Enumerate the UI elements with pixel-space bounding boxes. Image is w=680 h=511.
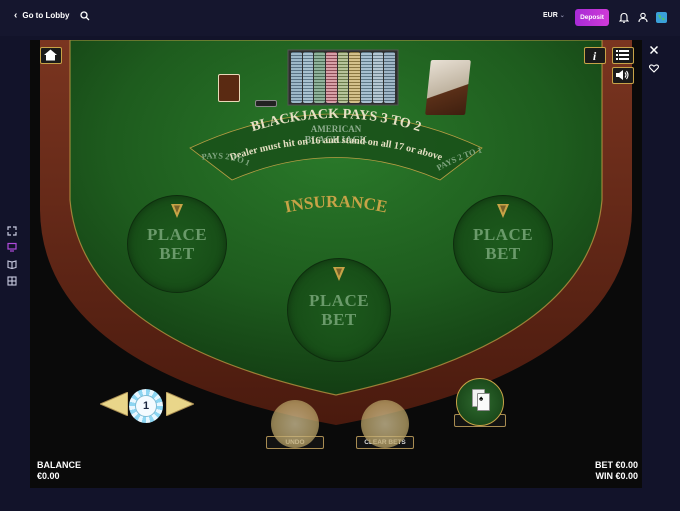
speaker-icon xyxy=(616,70,629,80)
menu-button[interactable] xyxy=(612,47,634,64)
top-bar: ‹ Go to Lobby EUR ⌄ Deposit xyxy=(0,0,680,36)
deposit-button[interactable]: Deposit xyxy=(575,9,609,26)
left-sidebar xyxy=(0,36,30,511)
chevron-down-icon: ⌄ xyxy=(559,13,565,19)
svg-text:PAYS 2 TO 1: PAYS 2 TO 1 xyxy=(435,145,483,173)
arrow-down-icon xyxy=(171,204,183,218)
search-icon[interactable] xyxy=(80,11,90,21)
svg-text:i: i xyxy=(593,49,597,62)
dealer-rule-text: Dealer must hit on 16 and stand on all 1… xyxy=(228,135,444,163)
clear-bets-button[interactable]: CLEAR BETS xyxy=(356,400,414,449)
bet-spot-right[interactable]: PLACE BET xyxy=(453,195,553,293)
menu-list-icon xyxy=(616,50,629,60)
insurance-text: INSURANCE xyxy=(283,192,389,217)
bet-spot-center-line2: BET xyxy=(321,310,357,329)
home-button[interactable] xyxy=(40,47,62,64)
info-icon: i xyxy=(593,49,597,63)
heart-icon[interactable] xyxy=(649,64,659,73)
bet-value: €0.00 xyxy=(615,460,638,470)
logo-text-line1: AMERICAN xyxy=(311,124,362,134)
right-panel xyxy=(642,36,680,511)
chip-prev-arrow-icon[interactable] xyxy=(100,392,128,416)
svg-text:Dealer must hit on 16 and stan: Dealer must hit on 16 and stand on all 1… xyxy=(228,135,444,163)
clear-chip-icon xyxy=(361,400,409,448)
bet-spot-left-line2: BET xyxy=(159,244,195,263)
chevron-left-icon: ‹ xyxy=(14,10,18,21)
currency-select[interactable]: EUR ⌄ xyxy=(543,12,565,19)
selected-chip[interactable]: 1 xyxy=(129,389,163,423)
deal-button[interactable]: ♠ DEAL xyxy=(454,378,506,427)
game-canvas: AMERICAN BLACKJACK BLACKJACK PAYS 3 TO 2… xyxy=(30,40,642,488)
monitor-icon[interactable] xyxy=(7,242,17,252)
bet-spot-left-line1: PLACE xyxy=(146,225,208,244)
book-icon[interactable] xyxy=(7,259,17,269)
deal-cards-icon: ♠ xyxy=(456,378,504,426)
user-icon[interactable] xyxy=(638,12,648,23)
go-to-lobby-link[interactable]: ‹ Go to Lobby xyxy=(14,10,69,21)
close-icon[interactable] xyxy=(650,46,658,54)
arrow-down-icon xyxy=(333,267,345,281)
home-icon xyxy=(44,49,57,61)
undo-chip-icon xyxy=(271,400,319,448)
balance-value: €0.00 xyxy=(37,471,60,481)
bet-spot-center[interactable]: PLACE BET xyxy=(287,258,391,362)
svg-text:INSURANCE: INSURANCE xyxy=(283,192,389,217)
bet-spot-right-line1: PLACE xyxy=(472,225,534,244)
currency-value: EUR xyxy=(543,12,558,19)
go-to-lobby-label: Go to Lobby xyxy=(22,11,70,20)
win-label: WIN xyxy=(595,471,613,481)
chip-next-arrow-icon[interactable] xyxy=(166,392,194,416)
help-button[interactable]: i xyxy=(584,47,606,64)
balance-box: BALANCE €0.00 xyxy=(37,460,81,482)
globe-icon[interactable] xyxy=(656,12,667,23)
bet-spot-left[interactable]: PLACE BET xyxy=(127,195,227,293)
fullscreen-icon[interactable] xyxy=(7,226,17,236)
bet-win-box: BET €0.00 WIN €0.00 xyxy=(595,460,638,482)
sound-button[interactable] xyxy=(612,67,634,84)
chip-value: 1 xyxy=(142,400,150,412)
bet-spot-center-line1: PLACE xyxy=(308,291,370,310)
balance-label: BALANCE xyxy=(37,460,81,470)
bet-label: BET xyxy=(594,460,613,470)
arrow-down-icon xyxy=(497,204,509,218)
bet-spot-right-line2: BET xyxy=(485,244,521,263)
layout-icon[interactable] xyxy=(7,276,17,286)
undo-button[interactable]: UNDO xyxy=(266,400,324,449)
bell-icon[interactable] xyxy=(619,12,629,23)
win-value: €0.00 xyxy=(615,471,638,481)
pays-right-text: PAYS 2 TO 1 xyxy=(435,145,483,173)
